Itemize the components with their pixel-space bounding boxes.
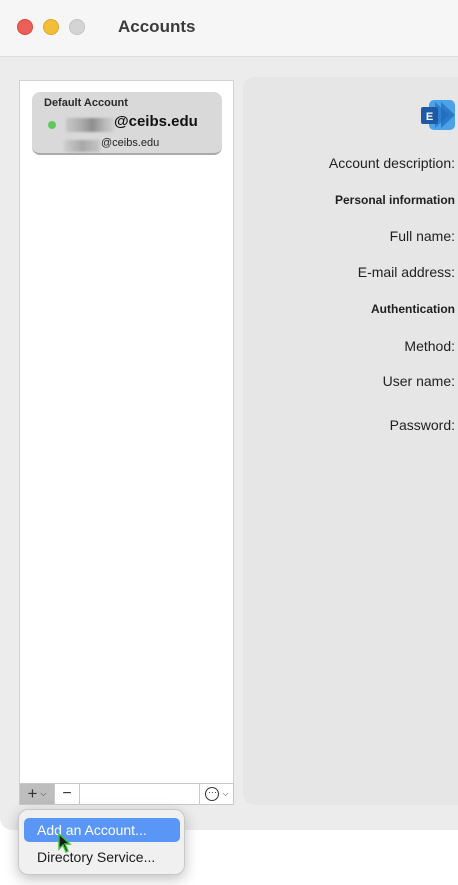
account-email-sub: @ceibs.edu xyxy=(101,137,160,149)
account-detail-pane: E Account description: Personal informat… xyxy=(243,77,458,805)
user-name-label: User name: xyxy=(382,373,455,389)
online-status-icon xyxy=(48,121,56,129)
more-actions-button[interactable]: ··· ⌵ xyxy=(199,784,234,804)
chevron-down-icon: ⌵ xyxy=(222,789,229,798)
redacted-username xyxy=(66,118,114,132)
menu-item-directory-service[interactable]: Directory Service... xyxy=(24,845,180,869)
redacted-username-sub xyxy=(64,140,100,152)
exchange-icon: E xyxy=(421,100,455,130)
add-account-button[interactable]: + ⌵ xyxy=(20,784,55,804)
zoom-window-button[interactable] xyxy=(69,19,85,35)
account-header: Default Account xyxy=(44,97,128,109)
password-label: Password: xyxy=(389,417,455,433)
add-account-menu: Add an Account... Directory Service... xyxy=(18,809,185,875)
account-description-label: Account description: xyxy=(328,155,455,171)
window-title: Accounts xyxy=(118,17,196,36)
menu-item-add-account[interactable]: Add an Account... xyxy=(24,818,180,842)
method-label: Method: xyxy=(404,338,455,354)
plus-icon: + xyxy=(27,784,38,803)
accounts-list[interactable]: Default Account @ceibs.edu @ceibs.edu xyxy=(19,80,234,805)
account-list-item[interactable]: Default Account @ceibs.edu @ceibs.edu xyxy=(32,92,222,155)
account-email: @ceibs.edu xyxy=(114,113,198,130)
minimize-window-button[interactable] xyxy=(43,19,59,35)
chevron-down-icon: ⌵ xyxy=(40,789,47,798)
ellipsis-icon: ··· xyxy=(205,787,220,801)
authentication-heading: Authentication xyxy=(371,302,455,316)
mouse-cursor-icon xyxy=(58,833,72,853)
title-bar: Accounts xyxy=(0,0,458,57)
accounts-window: Accounts Default Account @ceibs.edu @cei… xyxy=(0,0,458,830)
email-address-label: E-mail address: xyxy=(357,264,455,280)
minus-icon: − xyxy=(62,785,72,802)
personal-information-heading: Personal information xyxy=(334,193,455,207)
close-window-button[interactable] xyxy=(17,19,33,35)
list-toolbar: + ⌵ − ··· ⌵ xyxy=(19,783,234,805)
svg-text:E: E xyxy=(426,111,433,123)
full-name-label: Full name: xyxy=(389,228,455,244)
remove-account-button[interactable]: − xyxy=(55,784,80,804)
